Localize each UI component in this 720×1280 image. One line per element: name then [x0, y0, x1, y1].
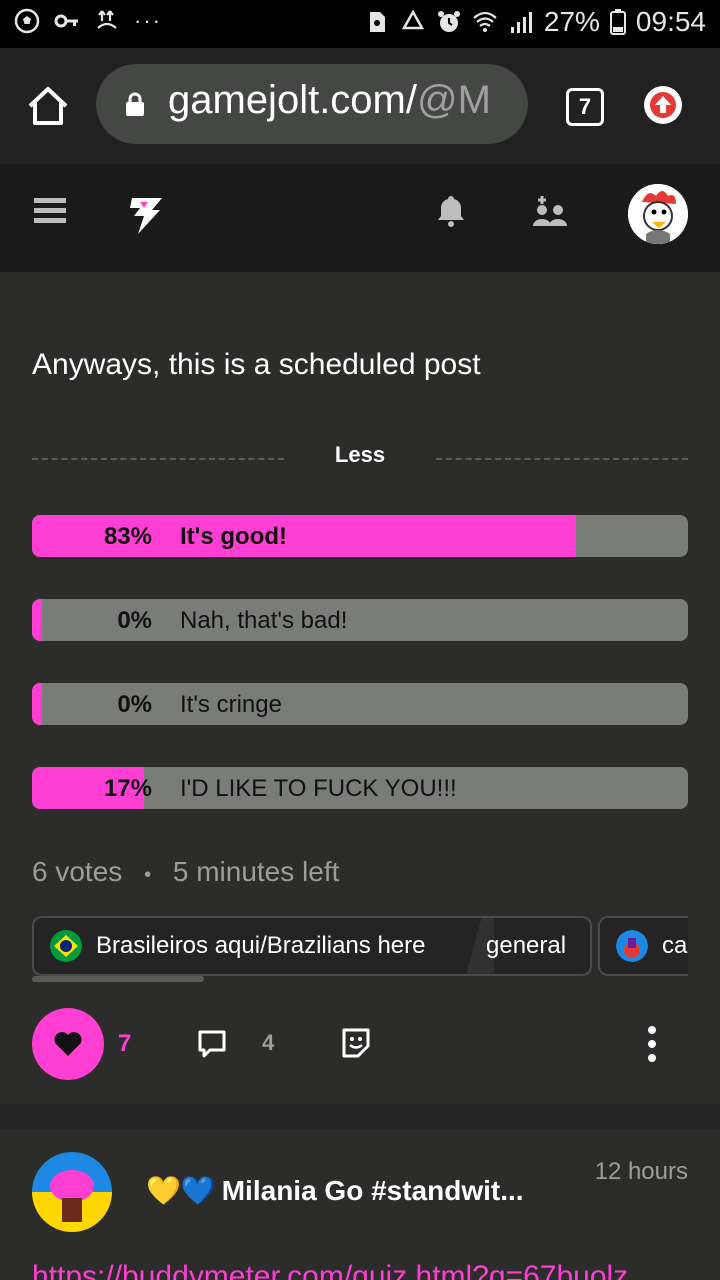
battery-icon [609, 9, 626, 35]
post-time: 12 hours [594, 1158, 688, 1185]
author-name[interactable]: 💛💙 Milania Go #standwit... [146, 1174, 524, 1207]
poll-percent: 0% [117, 607, 152, 634]
post-card: Anyways, this is a scheduled post Less 8… [0, 272, 720, 1104]
chicken-avatar-icon [628, 184, 688, 244]
status-bar: ··· 27% 09:54 [0, 0, 720, 48]
poll-option[interactable]: 83% It's good! [32, 515, 688, 557]
tags-scrollbar[interactable] [32, 976, 204, 982]
soccer-ball-icon [14, 8, 40, 34]
comment-count[interactable]: 4 [262, 1030, 274, 1056]
alarm-icon [437, 11, 460, 32]
more-options-icon[interactable] [640, 1024, 664, 1064]
key-icon [54, 14, 78, 28]
url-bar[interactable]: gamejolt.com/@M [96, 64, 528, 144]
recycle-icon [401, 9, 425, 30]
poll-label: It's cringe [180, 691, 282, 718]
url-path: @M [416, 78, 491, 122]
battery-percent: 27% [543, 6, 600, 37]
browser-toolbar: gamejolt.com/@M 7 [0, 48, 720, 164]
sim-icon [369, 12, 385, 32]
feed-divider [0, 1104, 720, 1130]
like-count[interactable]: 7 [118, 1030, 131, 1058]
friend-requests-icon[interactable] [532, 196, 568, 228]
clock: 09:54 [635, 6, 706, 37]
community-tags: Brasileiros aqui/Brazilians here general… [32, 916, 688, 976]
arrow-up-icon [650, 92, 676, 118]
comment-icon[interactable] [196, 1028, 228, 1060]
url-domain: gamejolt.com/ [168, 78, 417, 122]
lock-icon [126, 92, 144, 116]
community-avatar-icon [616, 930, 648, 962]
show-less-label[interactable]: Less [32, 442, 688, 468]
status-right-icons: 27% 09:54 [364, 6, 706, 38]
meta-separator: • [144, 864, 152, 886]
poll-label: It's good! [180, 523, 288, 550]
app-header [0, 164, 720, 272]
poll-meta: 6 votes • 5 minutes left [32, 856, 339, 888]
usb-transfer-icon [97, 10, 117, 29]
url-text[interactable]: gamejolt.com/@M [168, 78, 491, 123]
sticker-icon[interactable] [340, 1026, 372, 1060]
channel-name: general [486, 932, 567, 959]
vote-count: 6 votes [32, 856, 123, 887]
poll-label: Nah, that's bad! [180, 607, 348, 634]
like-button[interactable] [32, 1008, 104, 1080]
next-post-card: 💛💙 Milania Go #standwit... 12 hours http… [0, 1130, 720, 1280]
author-name-text: Milania Go #standwit... [221, 1174, 524, 1206]
show-less-toggle[interactable]: Less [32, 442, 688, 472]
post-actions: 7 4 [0, 1008, 720, 1080]
post-link[interactable]: https://buddymeter.com/quiz.html?q=67buo… [32, 1260, 628, 1280]
menu-icon[interactable] [34, 196, 66, 226]
poll-option[interactable]: 0% Nah, that's bad! [32, 599, 688, 641]
poll-option[interactable]: 0% It's cringe [32, 683, 688, 725]
tab-switcher-button[interactable]: 7 [566, 88, 604, 126]
community-chip[interactable]: Brasileiros aqui/Brazilians here general [32, 916, 592, 976]
home-icon[interactable] [26, 84, 70, 128]
heart-icon [54, 1032, 82, 1056]
community-name: Brasileiros aqui/Brazilians here [96, 932, 426, 959]
poll-percent: 17% [103, 775, 152, 802]
signal-icon [510, 12, 532, 33]
wifi-icon [473, 11, 497, 32]
overflow-dots: ··· [134, 8, 162, 33]
author-avatar-icon [32, 1152, 112, 1232]
community-name-2: ca [662, 932, 688, 959]
poll-percent: 0% [117, 691, 152, 718]
brazil-flag-icon [50, 930, 82, 962]
author-emoji: 💛💙 [146, 1175, 216, 1206]
notifications-bell-icon[interactable] [436, 194, 466, 228]
post-body-text: Anyways, this is a scheduled post [32, 348, 481, 381]
poll-label: I'D LIKE TO FUCK YOU!!! [180, 775, 457, 802]
community-chip-2[interactable]: ca [598, 916, 688, 976]
user-avatar[interactable] [628, 184, 688, 244]
gamejolt-logo-icon[interactable] [128, 196, 164, 236]
author-avatar[interactable] [32, 1152, 112, 1232]
poll-percent: 83% [103, 523, 152, 550]
time-left: 5 minutes left [172, 856, 340, 887]
update-button[interactable] [644, 86, 682, 124]
poll-option[interactable]: 17% I'D LIKE TO FUCK YOU!!! [32, 767, 688, 809]
status-left-icons: ··· [14, 8, 162, 34]
